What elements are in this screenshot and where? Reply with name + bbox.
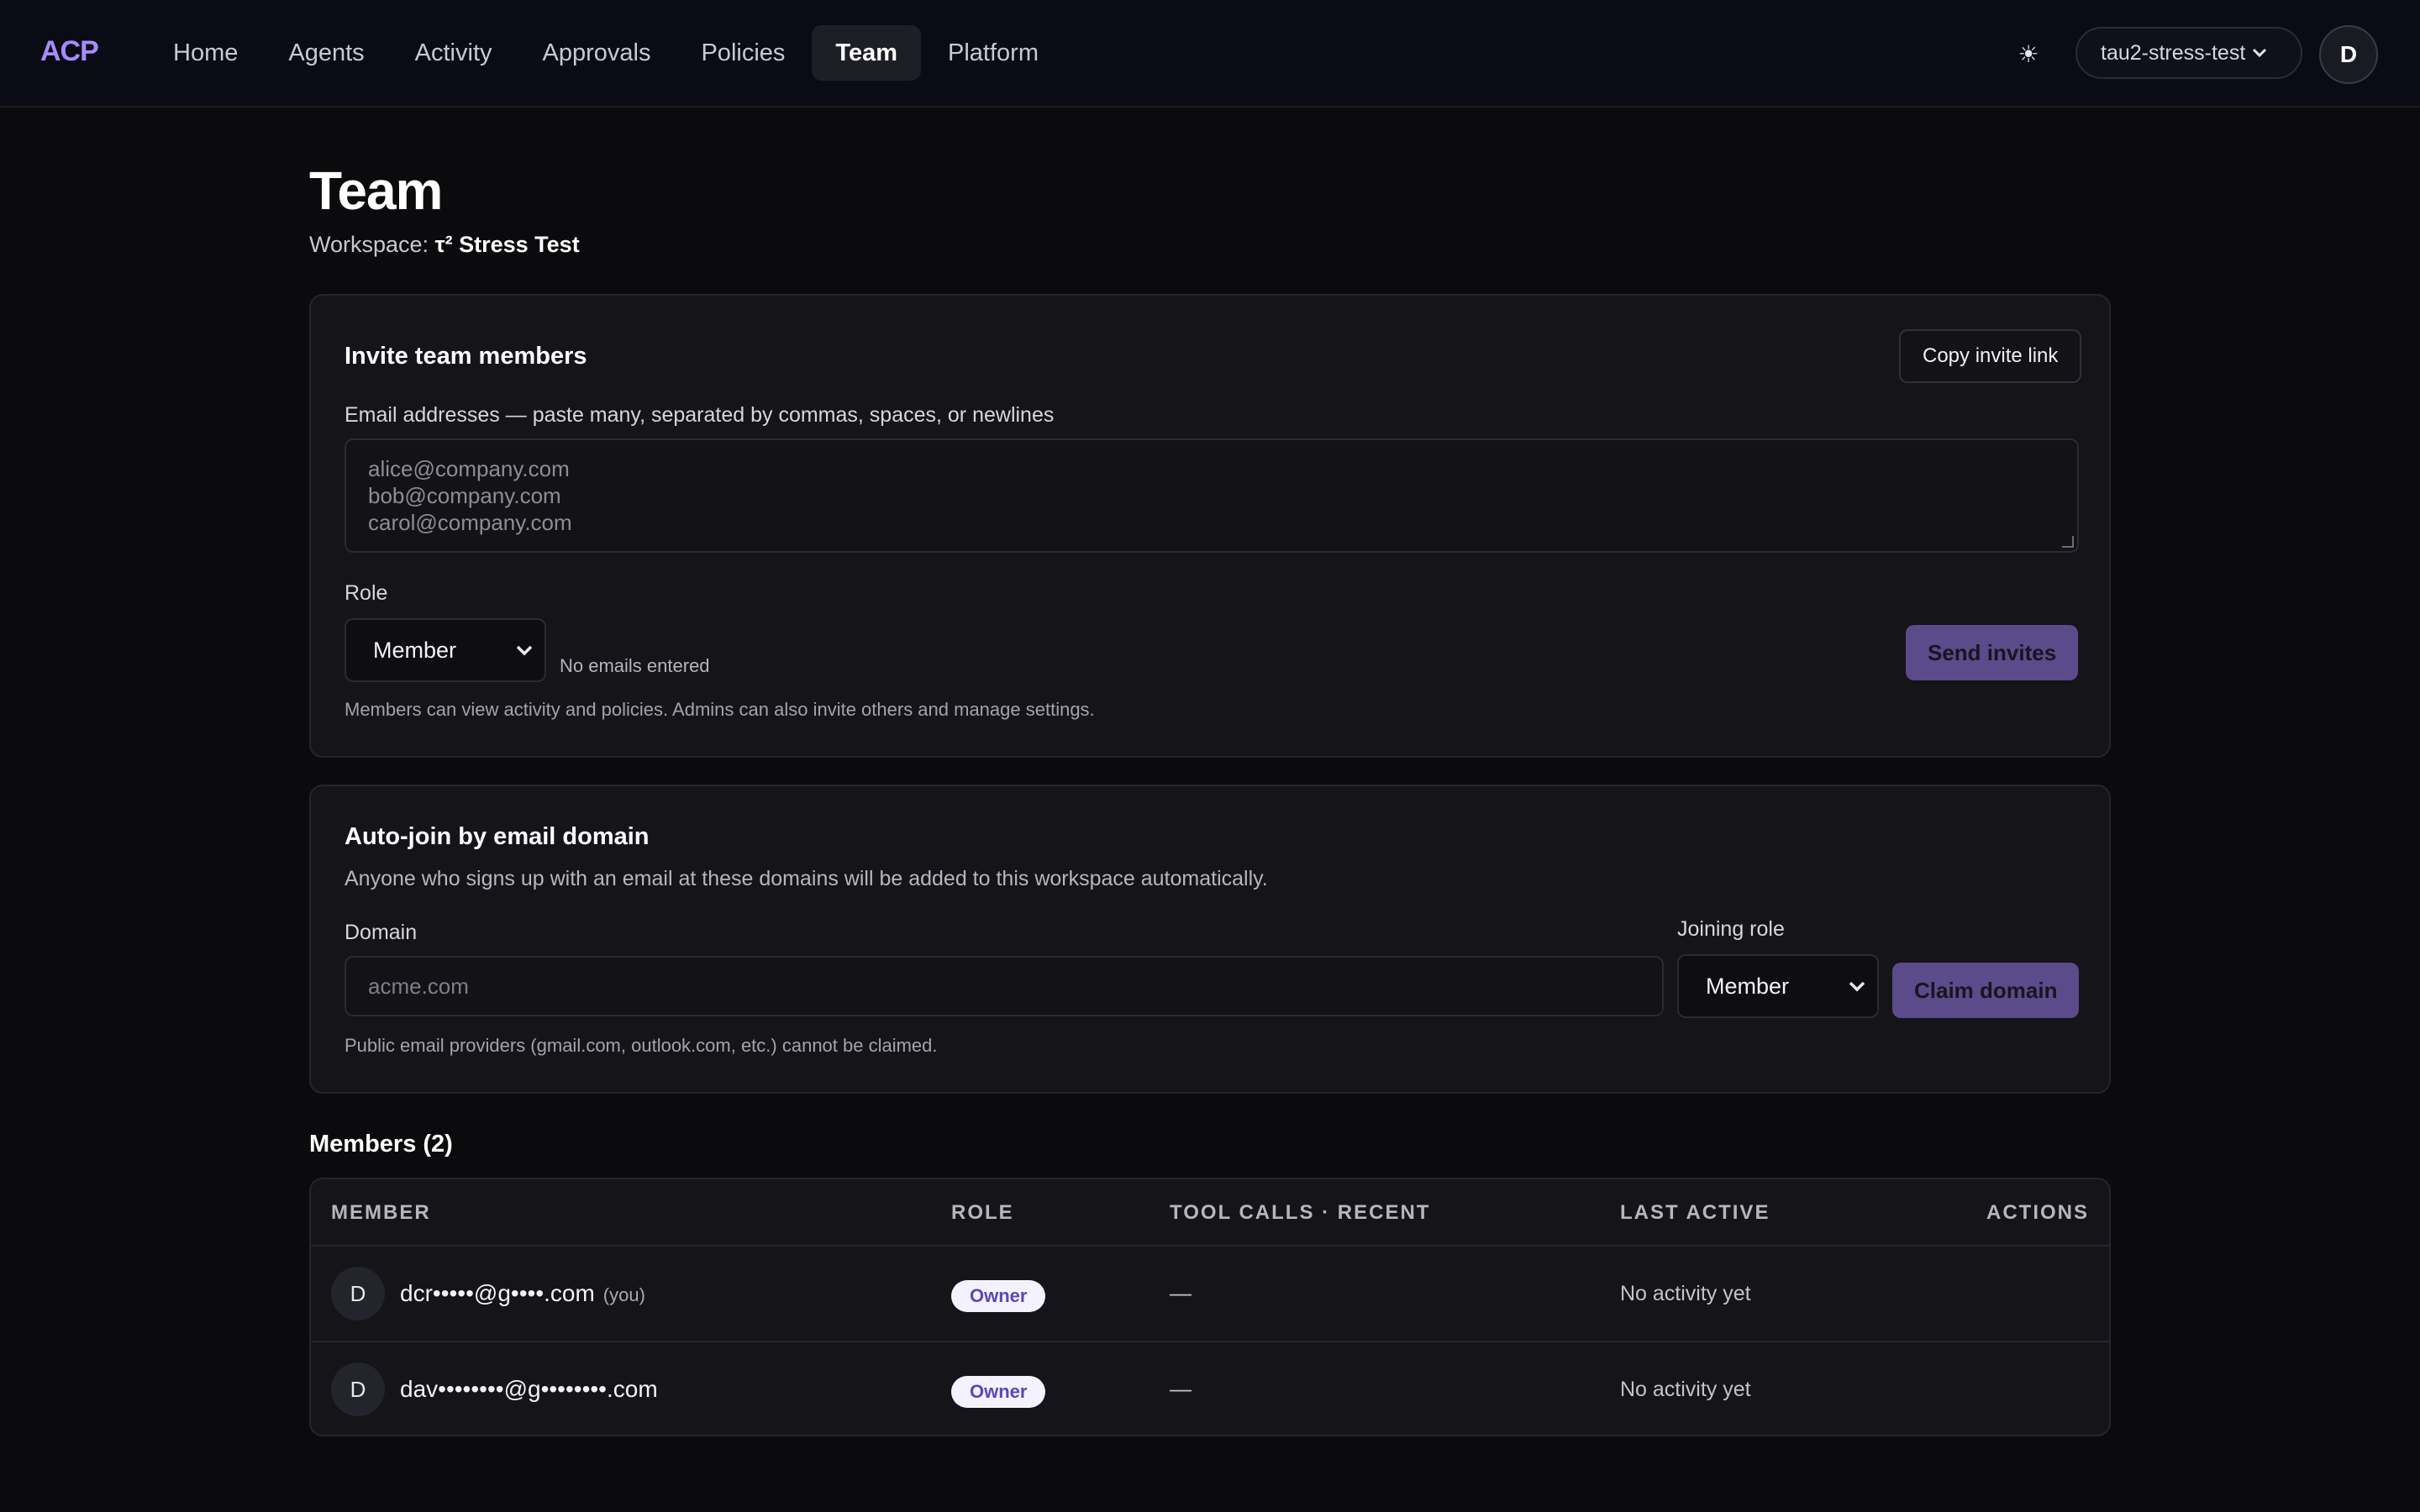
current-user-tag: (you) (602, 1284, 645, 1305)
members-table-header: MEMBER ROLE TOOL CALLS · RECENT LAST ACT… (311, 1179, 2109, 1247)
workspace-selector-label: tau2-stress-test (2101, 40, 2246, 65)
last-active-value: No activity yet (1620, 1378, 1751, 1401)
workspace-label: Workspace: (309, 232, 429, 257)
member-avatar: D (331, 1267, 385, 1320)
nav-item-platform[interactable]: Platform (924, 25, 1062, 81)
top-navigation-bar: ACP Home Agents Activity Approvals Polic… (0, 0, 2420, 108)
member-avatar: D (331, 1362, 385, 1416)
member-email: dav••••••••@g••••••••.com (400, 1376, 658, 1402)
chevron-down-icon (516, 639, 533, 661)
emails-placeholder-line: carol@company.com (368, 510, 572, 535)
member-email-cell: dav••••••••@g••••••••.com (400, 1376, 658, 1403)
emails-textarea[interactable]: alice@company.com bob@company.com carol@… (345, 438, 2079, 553)
column-header-member: MEMBER (331, 1201, 431, 1224)
emails-label: Email addresses — paste many, separated … (345, 403, 1055, 427)
table-row: D dcr•••••@g••••.com (you) Owner — No act… (311, 1247, 2109, 1341)
member-email-cell: dcr•••••@g••••.com (you) (400, 1280, 645, 1307)
chevron-down-icon (1849, 975, 1865, 997)
copy-invite-link-button[interactable]: Copy invite link (1899, 329, 2082, 383)
auto-join-description: Anyone who signs up with an email at the… (345, 867, 1268, 890)
table-row: D dav••••••••@g••••••••.com Owner — No a… (311, 1341, 2109, 1435)
chevron-down-icon (2252, 44, 2267, 63)
auto-join-hint: Public email providers (gmail.com, outlo… (345, 1035, 938, 1056)
nav-item-home[interactable]: Home (150, 25, 261, 81)
emails-placeholder-line: bob@company.com (368, 483, 561, 508)
joining-role-select-value: Member (1706, 973, 1790, 999)
nav-item-team[interactable]: Team (812, 25, 922, 81)
user-avatar[interactable]: D (2319, 25, 2378, 84)
column-header-tool-calls: TOOL CALLS · RECENT (1170, 1201, 1431, 1224)
joining-role-label: Joining role (1677, 917, 1785, 941)
column-header-actions: ACTIONS (1986, 1201, 2089, 1224)
nav-item-agents[interactable]: Agents (265, 25, 387, 81)
joining-role-select[interactable]: Member (1677, 954, 1879, 1018)
members-table: MEMBER ROLE TOOL CALLS · RECENT LAST ACT… (309, 1178, 2111, 1436)
column-header-last-active: LAST ACTIVE (1620, 1201, 1770, 1224)
role-badge: Owner (951, 1280, 1046, 1312)
emails-placeholder-line: alice@company.com (368, 456, 570, 481)
workspace-subtitle: Workspace: τ² Stress Test (309, 232, 580, 258)
tool-calls-value: — (1170, 1376, 1192, 1401)
member-email: dcr•••••@g••••.com (400, 1280, 595, 1306)
last-active-value: No activity yet (1620, 1282, 1751, 1305)
nav-item-approvals[interactable]: Approvals (519, 25, 675, 81)
role-badge: Owner (951, 1376, 1046, 1408)
tool-calls-value: — (1170, 1280, 1192, 1305)
role-select[interactable]: Member (345, 618, 546, 682)
domain-input-placeholder: acme.com (368, 973, 469, 999)
nav-item-policies[interactable]: Policies (677, 25, 808, 81)
send-invites-button[interactable]: Send invites (1906, 625, 2079, 680)
role-select-value: Member (373, 637, 457, 663)
auto-join-card-title: Auto-join by email domain (345, 823, 650, 850)
workspace-name: τ² Stress Test (434, 232, 580, 257)
members-title: Members (2) (309, 1131, 453, 1158)
app-logo[interactable]: ACP (40, 35, 99, 68)
auto-join-card: Auto-join by email domain Anyone who sig… (309, 785, 2111, 1094)
role-label: Role (345, 581, 388, 605)
main-nav: Home Agents Activity Approvals Policies … (150, 25, 1065, 81)
no-emails-status: No emails entered (560, 655, 710, 676)
page-title: Team (309, 160, 443, 221)
nav-item-activity[interactable]: Activity (392, 25, 516, 81)
invite-card: Invite team members Copy invite link Ema… (309, 294, 2111, 758)
claim-domain-button[interactable]: Claim domain (1892, 963, 2080, 1018)
column-header-role: ROLE (951, 1201, 1014, 1224)
sun-icon[interactable]: ☀ (2003, 29, 2054, 79)
workspace-selector[interactable]: tau2-stress-test (2075, 27, 2302, 79)
role-hint: Members can view activity and policies. … (345, 699, 1095, 720)
invite-card-title: Invite team members (345, 343, 587, 370)
domain-label: Domain (345, 921, 418, 944)
resize-handle-icon[interactable] (2062, 536, 2074, 548)
domain-input[interactable]: acme.com (345, 956, 1664, 1016)
